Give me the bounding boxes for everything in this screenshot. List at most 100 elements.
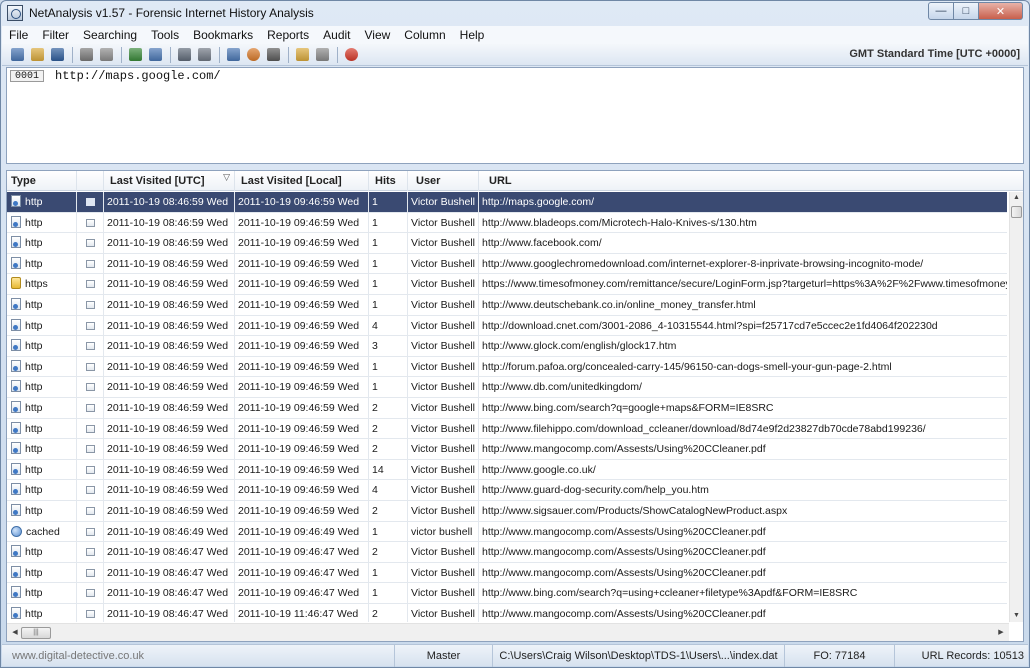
cell-bookmark[interactable] xyxy=(77,356,104,377)
chart-button[interactable] xyxy=(146,46,164,64)
bookmark-checkbox-icon[interactable] xyxy=(86,610,95,618)
table-row[interactable]: http 2011-10-19 08:46:59 Wed 2011-10-19 09… xyxy=(7,295,1007,316)
cell-bookmark[interactable] xyxy=(77,274,104,295)
menu-reports[interactable]: Reports xyxy=(260,28,316,42)
bookmark-checkbox-icon[interactable] xyxy=(86,301,95,309)
print-preview-button[interactable] xyxy=(97,46,115,64)
horizontal-scroll-thumb[interactable]: ||| xyxy=(21,627,51,639)
bookmark-checkbox-icon[interactable] xyxy=(86,589,95,598)
cell-bookmark[interactable] xyxy=(77,501,104,521)
column-header-last-visited-utc[interactable]: Last Visited [UTC] ▽ xyxy=(104,171,235,191)
lock-button[interactable] xyxy=(293,46,311,64)
menu-help[interactable]: Help xyxy=(453,28,492,42)
table-row[interactable]: http 2011-10-19 08:46:59 Wed 2011-10-19 09… xyxy=(7,212,1007,234)
cell-bookmark[interactable] xyxy=(77,604,104,622)
menu-audit[interactable]: Audit xyxy=(316,28,357,42)
bookmark-checkbox-icon[interactable] xyxy=(86,424,95,433)
vertical-scrollbar[interactable]: ▲ ▼ xyxy=(1009,192,1023,622)
table-row[interactable]: http 2011-10-19 08:46:47 Wed 2011-10-19 09… xyxy=(7,583,1007,604)
table-row[interactable]: http 2011-10-19 08:46:59 Wed 2011-10-19 09… xyxy=(7,418,1007,440)
title-bar[interactable]: NetAnalysis v1.57 - Forensic Internet Hi… xyxy=(1,1,1029,25)
bookmark-checkbox-icon[interactable] xyxy=(86,239,95,248)
cell-bookmark[interactable] xyxy=(77,583,104,604)
menu-searching[interactable]: Searching xyxy=(76,28,144,42)
cell-bookmark[interactable] xyxy=(77,398,104,418)
menu-filter[interactable]: Filter xyxy=(35,28,76,42)
bookmark-checkbox-icon[interactable] xyxy=(86,342,95,351)
save-button[interactable] xyxy=(48,46,66,64)
cell-bookmark[interactable] xyxy=(77,542,104,563)
cell-bookmark[interactable] xyxy=(77,315,104,336)
table-row[interactable]: cached 2011-10-19 08:46:49 Wed 2011-10-19 … xyxy=(7,521,1007,543)
window-button[interactable] xyxy=(224,46,242,64)
vertical-scroll-thumb[interactable] xyxy=(1011,206,1022,218)
bookmark-checkbox-icon[interactable] xyxy=(86,218,95,227)
scroll-left-icon[interactable]: ◀ xyxy=(9,627,21,639)
cell-bookmark[interactable] xyxy=(77,295,104,315)
menu-column[interactable]: Column xyxy=(397,28,452,42)
table-row[interactable]: http 2011-10-19 08:46:59 Wed 2011-10-19 09… xyxy=(7,480,1007,501)
column-header-hits[interactable]: Hits xyxy=(369,171,408,191)
cell-bookmark[interactable] xyxy=(77,439,104,460)
menu-view[interactable]: View xyxy=(358,28,398,42)
tools-button[interactable] xyxy=(313,46,331,64)
column-header-last-visited-local[interactable]: Last Visited [Local] xyxy=(235,171,369,191)
close-button[interactable]: ✕ xyxy=(979,2,1023,20)
cell-bookmark[interactable] xyxy=(77,459,104,480)
table-row[interactable]: http 2011-10-19 08:46:47 Wed 2011-10-19 09… xyxy=(7,562,1007,584)
filter-button[interactable] xyxy=(126,46,144,64)
settings-button[interactable] xyxy=(244,46,262,64)
menu-bookmarks[interactable]: Bookmarks xyxy=(186,28,260,42)
scroll-up-icon[interactable]: ▲ xyxy=(1010,192,1023,204)
funnel-button[interactable] xyxy=(195,46,213,64)
bookmark-checkbox-icon[interactable] xyxy=(86,321,95,330)
cell-bookmark[interactable] xyxy=(77,336,104,357)
cell-bookmark[interactable] xyxy=(77,233,104,254)
table-row[interactable]: http 2011-10-19 08:46:47 Wed 2011-10-19 09… xyxy=(7,542,1007,563)
minimize-button[interactable]: — xyxy=(928,2,954,20)
cell-bookmark[interactable] xyxy=(77,253,104,274)
bookmark-checkbox-icon[interactable] xyxy=(86,548,95,557)
table-row[interactable]: http 2011-10-19 08:46:59 Wed 2011-10-19 09… xyxy=(7,439,1007,460)
column-header-type[interactable]: Type xyxy=(7,171,77,191)
table-row[interactable]: http 2011-10-19 08:46:47 Wed 2011-10-19 11… xyxy=(7,604,1007,622)
table-row[interactable]: http 2011-10-19 08:46:59 Wed 2011-10-19 09… xyxy=(7,356,1007,378)
url-preview-panel[interactable]: 0001 http://maps.google.com/ xyxy=(6,67,1024,164)
cell-bookmark[interactable] xyxy=(77,480,104,501)
bookmark-checkbox-icon[interactable] xyxy=(86,445,95,454)
table-row[interactable]: http 2011-10-19 08:46:59 Wed 2011-10-19 09… xyxy=(7,377,1007,398)
scroll-down-icon[interactable]: ▼ xyxy=(1010,610,1023,622)
column-header-mark[interactable] xyxy=(77,171,104,191)
maximize-button[interactable]: □ xyxy=(954,2,979,20)
cell-bookmark[interactable] xyxy=(77,562,104,583)
bookmark-checkbox-icon[interactable] xyxy=(86,198,95,206)
bookmark-checkbox-icon[interactable] xyxy=(86,486,95,495)
grid-button[interactable] xyxy=(8,46,26,64)
scroll-right-icon[interactable]: ▶ xyxy=(995,627,1007,639)
bookmark-checkbox-icon[interactable] xyxy=(86,568,95,577)
cell-bookmark[interactable] xyxy=(77,418,104,439)
table-row[interactable]: http 2011-10-19 08:46:59 Wed 2011-10-19 09… xyxy=(7,192,1007,213)
cell-bookmark[interactable] xyxy=(77,192,104,212)
table-row[interactable]: https 2011-10-19 08:46:59 Wed 2011-10-19 0… xyxy=(7,274,1007,295)
bookmark-checkbox-icon[interactable] xyxy=(86,527,95,536)
table-row[interactable]: http 2011-10-19 08:46:59 Wed 2011-10-19 09… xyxy=(7,315,1007,337)
table-row[interactable]: http 2011-10-19 08:46:59 Wed 2011-10-19 09… xyxy=(7,501,1007,522)
calculator-button[interactable] xyxy=(175,46,193,64)
print-button[interactable] xyxy=(77,46,95,64)
table-row[interactable]: http 2011-10-19 08:46:59 Wed 2011-10-19 09… xyxy=(7,233,1007,254)
bookmark-checkbox-icon[interactable] xyxy=(86,383,95,392)
bookmark-checkbox-icon[interactable] xyxy=(86,507,95,515)
cell-bookmark[interactable] xyxy=(77,521,104,542)
power-button[interactable] xyxy=(342,46,360,64)
cell-bookmark[interactable] xyxy=(77,377,104,398)
column-header-user[interactable]: User xyxy=(408,171,479,191)
menu-tools[interactable]: Tools xyxy=(144,28,186,42)
table-row[interactable]: http 2011-10-19 08:46:59 Wed 2011-10-19 09… xyxy=(7,253,1007,275)
bookmark-checkbox-icon[interactable] xyxy=(86,404,95,412)
menu-file[interactable]: File xyxy=(2,28,35,42)
table-row[interactable]: http 2011-10-19 08:46:59 Wed 2011-10-19 09… xyxy=(7,336,1007,357)
cell-bookmark[interactable] xyxy=(77,212,104,233)
column-header-url[interactable]: URL xyxy=(479,171,1009,191)
tree-button[interactable] xyxy=(264,46,282,64)
